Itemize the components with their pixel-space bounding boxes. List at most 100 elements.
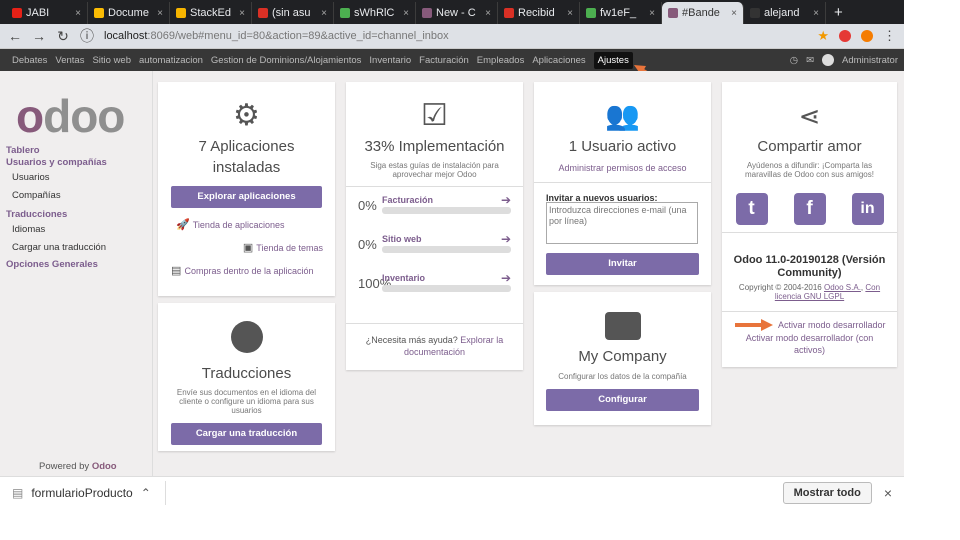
address-bar: ← → ↻ ⓘ localhost:8069/web#menu_id=80&ac… [0,24,904,49]
progress-label[interactable]: Facturación [382,195,433,205]
menu-facturacion[interactable]: Facturación [419,55,469,66]
browser-tab[interactable]: sWhRlC × [334,2,416,24]
progress-row[interactable]: 0% Sitio web ➔ [358,232,511,256]
browser-tab[interactable]: alejand × [744,2,826,24]
chat-icon[interactable]: ✉ [806,55,814,66]
load-translation-button[interactable]: Cargar una traducción [171,423,322,445]
download-bar: ▤ formularioProducto ⌃ Mostrar todo × [0,476,904,508]
menu-aplicaciones[interactable]: Aplicaciones [532,55,585,66]
progress-label[interactable]: Inventario [382,273,425,283]
forward-icon[interactable]: → [32,28,46,44]
tab-close-icon[interactable]: × [485,8,491,19]
browser-tab[interactable]: StackEd × [170,2,252,24]
close-icon[interactable]: × [884,485,892,501]
bookmark-star-icon[interactable]: ★ [817,28,829,44]
browser-tab[interactable]: Recibid × [498,2,580,24]
menu-kebab-icon[interactable]: ⋮ [883,28,896,44]
powered-brand-link[interactable]: Odoo [92,461,117,472]
app-store-link[interactable]: Tienda de aplicaciones [193,220,285,230]
back-icon[interactable]: ← [8,28,22,44]
sidebar-item-usuarios[interactable]: Usuarios [6,169,151,187]
menu-sitio-web[interactable]: Sitio web [92,55,131,66]
sidebar-item-opciones-generales[interactable]: Opciones Generales [6,259,151,271]
menu-inventario[interactable]: Inventario [369,55,411,66]
users-icon: 👥 [605,100,640,131]
download-bar-actions: Mostrar todo × [782,481,892,504]
tab-close-icon[interactable]: × [567,8,573,19]
browser-tab[interactable]: (sin asu × [252,2,334,24]
invite-button[interactable]: Invitar [546,253,699,275]
sidebar-section-usuarios[interactable]: Usuarios y compañías [6,157,151,169]
browser-tab[interactable]: Docume × [88,2,170,24]
browser-tab[interactable]: #Bande × [662,2,744,24]
tab-label: #Bande [682,7,720,19]
tab-close-icon[interactable]: × [813,8,819,19]
tab-favicon-icon [12,8,22,18]
activate-dev-mode-assets-link[interactable]: Activar modo desarrollador (con activos) [740,332,879,356]
arrow-right-icon[interactable]: ➔ [501,232,511,246]
tab-label: (sin asu [272,7,311,19]
adblock-icon[interactable] [839,30,851,42]
activate-dev-mode-link[interactable]: Activar modo desarrollador [778,320,886,330]
odoo-sa-link[interactable]: Odoo S.A. [824,283,861,292]
user-avatar[interactable] [822,54,835,66]
sidebar-item-cargar-traduccion[interactable]: Cargar una traducción [6,239,151,257]
menu-debates[interactable]: Debates [12,55,47,66]
progress-label[interactable]: Sitio web [382,234,422,244]
progress-row[interactable]: 100% Inventario ➔ [358,271,511,295]
in-app-purchases-link[interactable]: Compras dentro de la aplicación [184,266,313,276]
tab-favicon-icon [422,8,432,18]
globe-icon [230,321,263,353]
reload-icon[interactable]: ↻ [56,28,70,45]
tab-close-icon[interactable]: × [157,8,163,19]
menu-gestion-dominios[interactable]: Gestion de Dominions/Alojamientos [211,55,362,66]
sidebar-section-traducciones[interactable]: Traducciones [6,209,151,221]
tab-label: New - C [436,7,476,19]
menu-ajustes[interactable]: Ajustes [593,51,633,69]
sidebar-item-tablero[interactable]: Tablero [6,145,151,157]
new-tab-icon[interactable]: + [826,2,851,24]
browser-tab[interactable]: New - C × [416,2,498,24]
sidebar-item-idiomas[interactable]: Idiomas [6,221,151,239]
url-field[interactable]: localhost:8069/web#menu_id=80&action=89&… [104,30,807,42]
progress-row[interactable]: 0% Facturación ➔ [358,193,511,217]
progress-bar [382,207,511,214]
file-icon: ▤ [12,485,24,500]
arrow-right-icon[interactable]: ➔ [501,193,511,207]
sidebar-item-companias[interactable]: Compañías [6,187,151,205]
share-title: Compartir amor [757,138,862,155]
arrow-right-icon[interactable]: ➔ [501,271,511,285]
progress-percent: 0% [358,237,377,252]
users-title: 1 Usuario activo [568,138,677,155]
tab-label: JABI [26,7,50,19]
tab-close-icon[interactable]: × [649,8,655,19]
menu-ventas[interactable]: Ventas [55,55,84,66]
tab-label: Recibid [518,7,555,19]
manage-access-link[interactable]: Administrar permisos de acceso [534,163,711,173]
invite-emails-textarea[interactable]: Introduzca direcciones e-mail (una por l… [546,202,698,244]
linkedin-icon[interactable]: in [851,193,884,225]
tab-close-icon[interactable]: × [731,8,737,19]
configure-company-button[interactable]: Configurar [546,389,699,411]
menu-empleados[interactable]: Empleados [477,55,525,66]
tab-close-icon[interactable]: × [403,8,409,19]
facebook-icon[interactable]: f [793,193,826,225]
tab-close-icon[interactable]: × [321,8,327,19]
extension-a-icon[interactable] [861,30,873,42]
explore-apps-button[interactable]: Explorar aplicaciones [171,186,322,208]
chevron-up-icon[interactable]: ⌃ [141,486,151,500]
tab-close-icon[interactable]: × [75,8,81,19]
download-item[interactable]: ▤ formularioProducto ⌃ [12,480,166,505]
tab-close-icon[interactable]: × [239,8,245,19]
browser-tab[interactable]: JABI × [6,2,88,24]
user-name[interactable]: Administrator [842,55,898,66]
show-all-downloads-button[interactable]: Mostrar todo [782,481,872,504]
powered-by: Powered by Odoo [39,461,117,472]
menu-automatizacion[interactable]: automatizacion [139,55,203,66]
theme-store-link[interactable]: Tienda de temas [256,243,323,253]
info-icon[interactable]: ⓘ [80,26,94,46]
clock-icon[interactable]: ◷ [790,55,798,66]
browser-tab[interactable]: fw1eF_ × [580,2,662,24]
odoo-main-menu: Debates Ventas Sitio web automatizacion … [0,49,904,71]
twitter-icon[interactable]: t [735,193,768,225]
